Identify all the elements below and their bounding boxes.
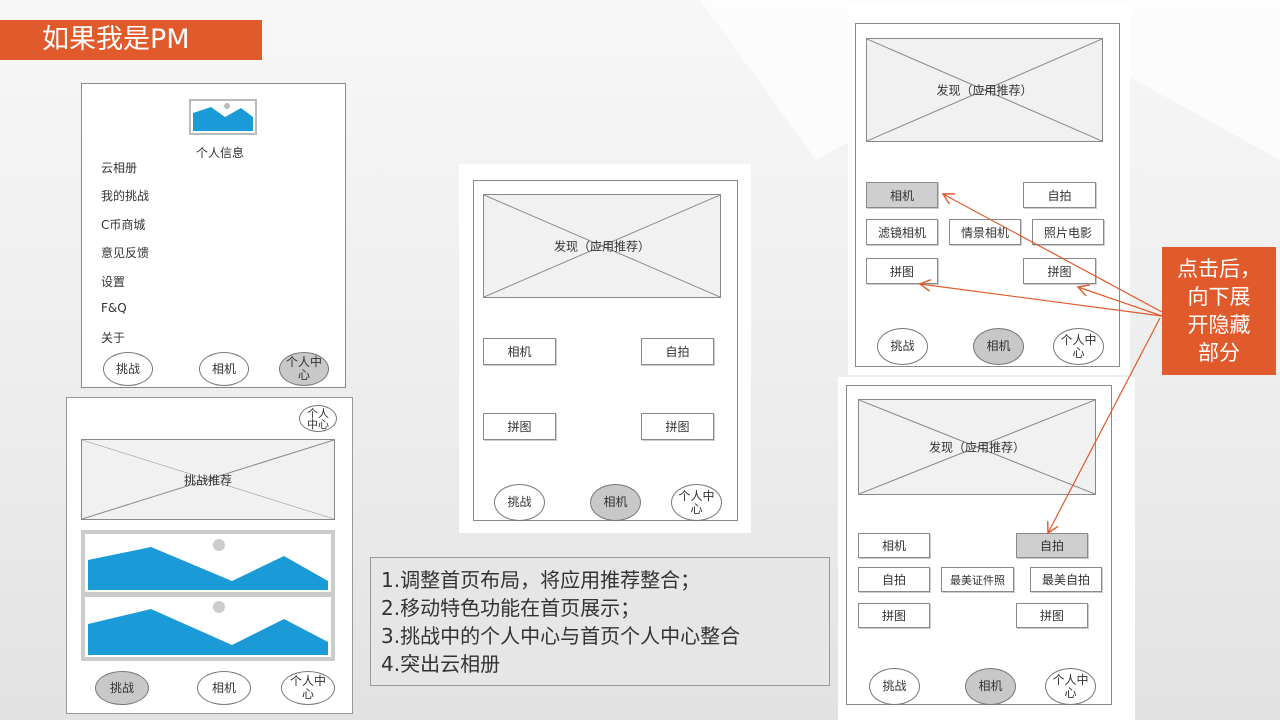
- callout-line: 向下展: [1187, 285, 1251, 309]
- callout-arrows: [0, 0, 1163, 720]
- arrow-to-camera: [943, 194, 1163, 313]
- callout-line: 开隐藏: [1187, 313, 1251, 337]
- callout-box: 点击后， 向下展 开隐藏 部分: [1162, 247, 1276, 375]
- arrow-to-collage-left: [920, 284, 1163, 317]
- callout-line: 部分: [1198, 341, 1240, 365]
- arrow-to-selfie: [1048, 317, 1161, 533]
- arrow-to-collage-right: [1078, 287, 1163, 317]
- callout-line: 点击后，: [1177, 257, 1261, 281]
